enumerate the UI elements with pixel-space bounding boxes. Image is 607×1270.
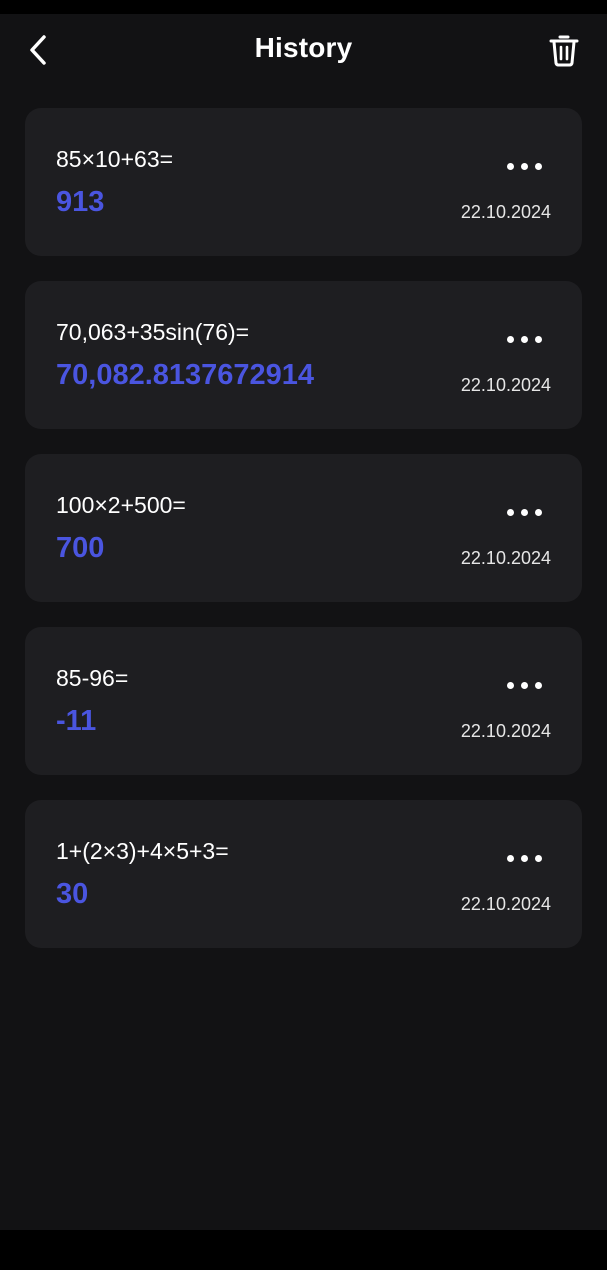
history-date: 22.10.2024 — [460, 721, 551, 741]
history-item[interactable]: 1+(2×3)+4×5+3= 30 22.10.2024 — [25, 800, 582, 948]
history-expression: 100×2+500= — [56, 492, 186, 518]
more-options-button[interactable] — [495, 667, 553, 703]
more-horizontal-icon — [506, 854, 514, 862]
more-dot — [534, 681, 542, 689]
more-dot — [534, 162, 542, 170]
more-options-button[interactable] — [495, 840, 553, 876]
history-result: 913 — [56, 186, 105, 218]
history-date: 22.10.2024 — [460, 548, 551, 568]
page-title: History — [254, 32, 353, 63]
more-dot — [520, 508, 528, 516]
more-options-button[interactable] — [495, 321, 553, 357]
history-expression: 85×10+63= — [56, 146, 174, 172]
navigation-bar-area — [0, 1230, 607, 1270]
history-item[interactable]: 85×10+63= 913 22.10.2024 — [25, 108, 582, 256]
more-dot — [534, 854, 542, 862]
history-item[interactable]: 70,063+35sin(76)= 70,082.8137672914 22.1… — [25, 281, 582, 429]
more-dot — [520, 162, 528, 170]
more-horizontal-icon — [506, 335, 514, 343]
history-result: 30 — [56, 878, 89, 910]
more-horizontal-icon — [506, 508, 514, 516]
history-result: 70,082.8137672914 — [56, 359, 315, 391]
more-options-button[interactable] — [495, 494, 553, 530]
delete-history-button[interactable] — [542, 28, 586, 72]
more-options-button[interactable] — [495, 148, 553, 184]
history-item[interactable]: 85-96= -11 22.10.2024 — [25, 627, 582, 775]
history-date: 22.10.2024 — [460, 375, 551, 395]
history-list: 85×10+63= 913 22.10.2024 70,063+35sin(76… — [25, 108, 582, 973]
history-date: 22.10.2024 — [460, 202, 551, 222]
more-horizontal-icon — [506, 162, 514, 170]
header: History — [0, 14, 607, 86]
history-result: -11 — [56, 705, 97, 737]
more-horizontal-icon — [506, 681, 514, 689]
status-bar-area — [0, 0, 607, 14]
trash-icon — [549, 35, 579, 67]
history-expression: 85-96= — [56, 665, 129, 691]
history-date: 22.10.2024 — [460, 894, 551, 914]
more-dot — [534, 508, 542, 516]
history-expression: 70,063+35sin(76)= — [56, 319, 250, 345]
more-dot — [520, 854, 528, 862]
history-expression: 1+(2×3)+4×5+3= — [56, 838, 229, 864]
more-dot — [520, 335, 528, 343]
history-item[interactable]: 100×2+500= 700 22.10.2024 — [25, 454, 582, 602]
more-dot — [534, 335, 542, 343]
more-dot — [520, 681, 528, 689]
history-result: 700 — [56, 532, 105, 564]
